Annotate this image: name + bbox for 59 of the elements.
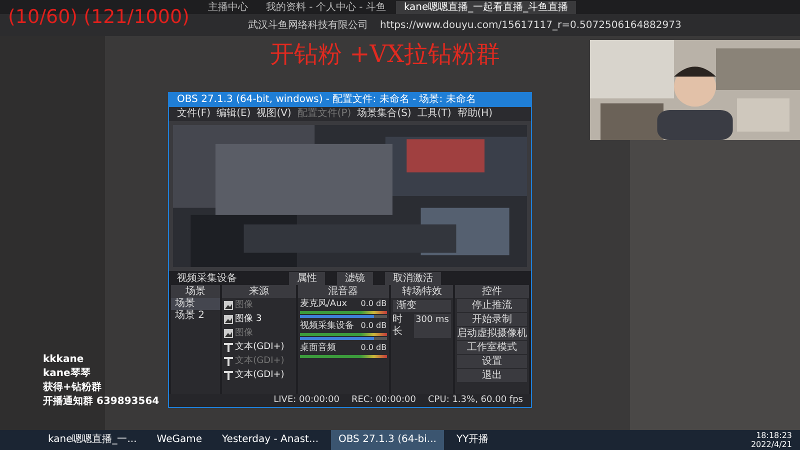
selected-source: 视频采集设备 [177, 272, 238, 286]
menu-item[interactable]: 视图(V) [256, 107, 292, 121]
control-button[interactable]: 启动虚拟摄像机 [457, 327, 527, 340]
taskbar-item[interactable]: Yesterday - Anast... [214, 430, 326, 450]
taskbar-item[interactable]: YY开播 [448, 430, 497, 450]
transition-select[interactable]: 渐变 [392, 300, 451, 312]
source-item[interactable]: 图像 3 [235, 313, 262, 325]
clock-date: 2022/4/21 [750, 440, 792, 449]
duration-label: 时长 [392, 314, 404, 338]
channel-reading: 0.0 dB [360, 342, 387, 354]
browser-tab[interactable]: 我的资料 - 个人中心 - 斗鱼 [258, 1, 394, 14]
dock-title: 控件 [455, 285, 529, 298]
taskbar-item[interactable]: WeGame [148, 430, 210, 450]
clock-time: 18:18:23 [756, 431, 792, 440]
toolbar-button[interactable]: 滤镜 [337, 272, 373, 284]
channel-name: 桌面音频 [300, 342, 336, 354]
overlay-text: kkkane [42, 354, 85, 366]
overlay-text: 开播通知群 639893564 [42, 396, 160, 408]
scene-item[interactable]: 场景 [171, 298, 220, 310]
source-item[interactable]: 文本(GDI+) [235, 369, 284, 381]
browser-tab[interactable]: 主播中心 [200, 1, 256, 14]
menu-item[interactable]: 工具(T) [417, 107, 452, 121]
duration-field[interactable]: 300 ms [414, 314, 451, 338]
menu-item[interactable]: 文件(F) [177, 107, 211, 121]
browser-tab[interactable]: kane嗯嗯直播_一起看直播_斗鱼直播 [396, 1, 576, 14]
toolbar-button[interactable]: 属性 [289, 272, 325, 284]
control-button[interactable]: 工作室模式 [457, 341, 527, 354]
channel-reading: 0.0 dB [360, 298, 387, 310]
menu-item[interactable]: 编辑(E) [216, 107, 251, 121]
cpu-status: CPU: 1.3%, 60.00 fps [428, 394, 523, 407]
scene-item[interactable]: 场景 2 [171, 310, 220, 322]
rec-timer: REC: 00:00:00 [351, 394, 416, 407]
overlay-text: 获得+钻粉群 [42, 382, 102, 394]
site-owner: 武汉斗鱼网络科技有限公司 [248, 18, 368, 32]
control-button[interactable]: 设置 [457, 355, 527, 368]
control-button[interactable]: 停止推流 [457, 299, 527, 312]
live-timer: LIVE: 00:00:00 [274, 394, 340, 407]
dock-title: 转场特效 [390, 285, 453, 298]
volume-slider[interactable] [300, 315, 387, 318]
counter-overlay: (10/60) (121/1000) [8, 6, 190, 28]
control-button[interactable]: 开始录制 [457, 313, 527, 326]
toolbar-button[interactable]: 取消激活 [385, 272, 441, 284]
address-field[interactable]: https://www.douyu.com/15617117_r=0.5072506164882973 [380, 18, 682, 32]
taskbar-item[interactable]: OBS 27.1.3 (64-bi... [330, 430, 444, 450]
dock-title: 混音器 [298, 285, 389, 298]
window-title: OBS 27.1.3 (64-bit, windows) - 配置文件: 未命名 - 场景: 未命名 [169, 93, 531, 107]
overlay-text: kane琴琴 [42, 368, 92, 380]
channel-reading: 0.0 dB [360, 320, 387, 332]
control-button[interactable]: 退出 [457, 369, 527, 382]
menu-item[interactable]: 帮助(H) [457, 107, 493, 121]
channel-name: 视频采集设备 [300, 320, 354, 332]
dock-title: 来源 [222, 285, 296, 298]
dock-title: 场景 [171, 285, 220, 298]
source-item[interactable]: 文本(GDI+) [235, 341, 284, 353]
banner-text: 开钻粉 +VX拉钻粉群 [270, 39, 500, 70]
volume-slider[interactable] [300, 337, 387, 340]
menu-item[interactable]: 场景集合(S) [357, 107, 412, 121]
channel-name: 麦克风/Aux [300, 298, 348, 310]
taskbar-item[interactable]: kane嗯嗯直播_一... [40, 430, 145, 450]
